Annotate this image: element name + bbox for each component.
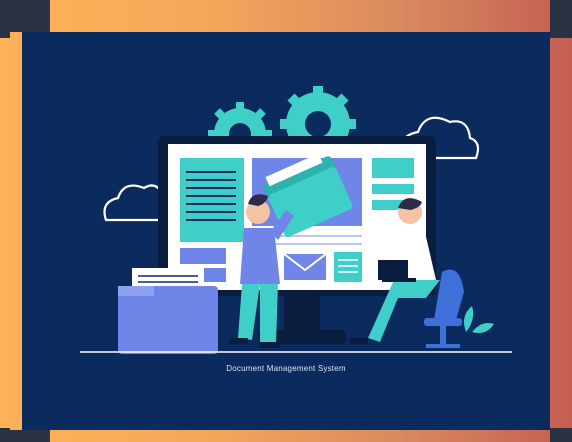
folder-icon xyxy=(118,268,218,354)
frame-accent-bar xyxy=(10,32,22,430)
caption: Document Management System xyxy=(226,364,346,373)
frame-corner xyxy=(0,428,50,442)
envelope-icon xyxy=(283,253,327,280)
illustration-panel: Document Management System xyxy=(22,32,550,430)
cloud-icon xyxy=(103,184,162,222)
plant xyxy=(464,306,494,333)
frame-corner xyxy=(550,0,572,38)
frame-corner xyxy=(550,428,572,442)
